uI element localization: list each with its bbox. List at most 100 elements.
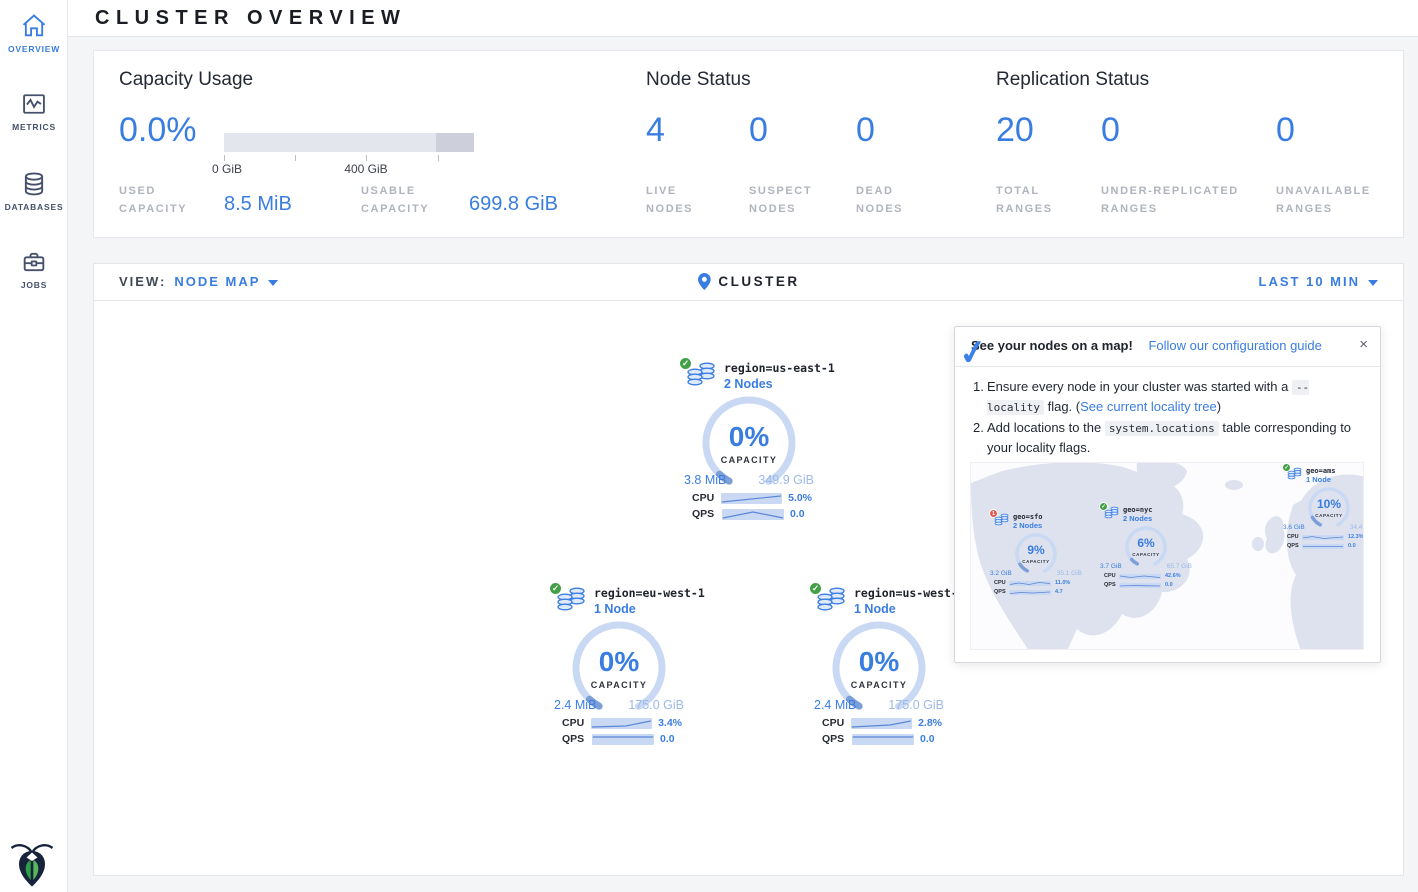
chevron-down-icon	[268, 280, 278, 286]
capacity-percent: 9%	[1012, 543, 1060, 557]
capacity-axis-tick	[438, 155, 439, 161]
qps-value: 0.0	[1348, 543, 1356, 549]
home-icon	[20, 12, 48, 40]
cluster-summary-card: Capacity Usage 0.0% 0 GiB 400 GiB USED C…	[93, 50, 1404, 238]
capacity-axis-label: 400 GiB	[344, 162, 387, 176]
time-range-value: LAST 10 MIN	[1259, 274, 1360, 289]
page-title: CLUSTER OVERVIEW	[95, 7, 406, 30]
breadcrumb[interactable]: CLUSTER	[697, 273, 799, 290]
step-text: )	[1217, 399, 1221, 414]
step-text: flag. (	[1044, 399, 1080, 414]
region-name: region=us-east-1	[724, 361, 835, 375]
popup-steps: 1. Ensure every node in your cluster was…	[955, 367, 1380, 457]
capacity-axis-label: 0 GiB	[212, 162, 242, 176]
status-ok-icon: ✓	[678, 356, 693, 371]
qps-sparkline	[1119, 583, 1161, 588]
usable-capacity-label: USABLE CAPACITY	[361, 183, 461, 218]
qps-sparkline	[852, 734, 914, 745]
used-capacity: 3.7 GiB	[1100, 563, 1122, 570]
code-table: system.locations	[1105, 421, 1219, 436]
qps-label: QPS	[1287, 543, 1302, 549]
region-widget-eu-west-1[interactable]: ✓ region=eu-west-1 1 Node	[544, 586, 694, 756]
close-icon[interactable]: ×	[1359, 336, 1368, 353]
region-widget-us-east-1[interactable]: ✓ region=us-east-1 2 Nodes	[674, 361, 824, 531]
sidebar-item-overview[interactable]: OVERVIEW	[0, 12, 68, 54]
qps-value: 0.0	[790, 508, 805, 520]
region-widget-us-west-1[interactable]: ✓ region=us-west-1 1 Node	[804, 586, 954, 756]
view-selector[interactable]: VIEW: NODE MAP	[119, 274, 278, 289]
sidebar-item-metrics[interactable]: METRICS	[0, 90, 68, 132]
step-number: 2.	[973, 418, 984, 438]
capacity-percent: 0%	[701, 421, 797, 453]
unavailable-ranges-label: UNAVAILABLE RANGES	[1276, 183, 1386, 218]
cpu-sparkline	[591, 718, 652, 729]
used-capacity: 3.8 MiB	[684, 473, 726, 487]
cpu-label: CPU	[562, 717, 591, 729]
capacity-label: CAPACITY	[701, 455, 797, 465]
used-capacity-value: 8.5 MiB	[224, 193, 292, 216]
cpu-value: 12.3%	[1348, 534, 1364, 540]
popup-title: See your nodes on a map!	[971, 338, 1133, 353]
capacity-label: CAPACITY	[1122, 552, 1170, 557]
region-name: geo=ams	[1306, 467, 1336, 475]
view-label: VIEW:	[119, 274, 166, 289]
qps-sparkline	[722, 509, 784, 520]
region-nodes-link[interactable]: 1 Node	[854, 602, 965, 616]
cpu-value: 11.0%	[1055, 580, 1070, 586]
capacity-usage-title: Capacity Usage	[119, 69, 253, 91]
qps-label: QPS	[822, 733, 852, 745]
cpu-value: 42.6%	[1165, 573, 1181, 579]
capacity-label: CAPACITY	[831, 680, 927, 690]
capacity-percent: 6%	[1122, 536, 1170, 550]
cpu-value: 2.8%	[918, 717, 942, 729]
under-replicated-ranges-label: UNDER-REPLICATED RANGES	[1101, 183, 1266, 218]
cpu-value: 5.0%	[788, 492, 812, 504]
cpu-label: CPU	[1104, 573, 1119, 579]
used-capacity-label: USED CAPACITY	[119, 183, 214, 218]
view-bar: VIEW: NODE MAP CLUSTER LAST 10 MIN	[94, 264, 1403, 301]
qps-value: 0.0	[920, 733, 935, 745]
total-capacity: 34.4 GiB	[1350, 524, 1364, 531]
popup-header: See your nodes on a map! Follow our conf…	[955, 327, 1380, 367]
capacity-percent: 0%	[571, 646, 667, 678]
region-nodes-link[interactable]: 2 Nodes	[724, 377, 835, 391]
total-capacity: 175.0 GiB	[628, 698, 684, 712]
region-nodes: 2 Nodes	[1013, 521, 1043, 530]
configuration-guide-link[interactable]: Follow our configuration guide	[1148, 338, 1321, 353]
qps-value: 4.7	[1055, 589, 1063, 595]
done-check-icon	[956, 331, 990, 375]
suspect-nodes-label: SUSPECT NODES	[749, 183, 829, 218]
example-map-preview: 1 geo=sfo 2 Nodes	[970, 462, 1364, 650]
cpu-sparkline	[1119, 574, 1161, 579]
status-ok-icon: ✓	[1282, 463, 1291, 472]
sidebar-item-label: OVERVIEW	[0, 44, 68, 54]
chevron-down-icon	[1368, 280, 1378, 286]
sidebar-item-jobs[interactable]: JOBS	[0, 248, 68, 290]
region-nodes-link[interactable]: 1 Node	[594, 602, 705, 616]
step-text: Ensure every node in your cluster was st…	[987, 379, 1292, 394]
used-capacity: 3.6 GiB	[1283, 524, 1305, 531]
capacity-axis-tick	[295, 155, 296, 161]
content-area: Capacity Usage 0.0% 0 GiB 400 GiB USED C…	[68, 37, 1418, 892]
breadcrumb-label: CLUSTER	[718, 274, 799, 289]
locality-tree-link[interactable]: See current locality tree	[1080, 399, 1217, 414]
cpu-label: CPU	[822, 717, 851, 729]
status-ok-icon: ✓	[808, 581, 823, 596]
usable-capacity-value: 699.8 GiB	[469, 193, 558, 216]
qps-sparkline	[592, 734, 654, 745]
qps-label: QPS	[692, 508, 722, 520]
cpu-sparkline	[851, 718, 912, 729]
time-range-selector[interactable]: LAST 10 MIN	[1259, 274, 1378, 289]
qps-label: QPS	[994, 589, 1009, 595]
cpu-label: CPU	[994, 580, 1009, 586]
popup-step-2: 2. Add locations to the system.locations…	[987, 418, 1362, 457]
total-capacity: 35.1 GiB	[1057, 570, 1082, 577]
sidebar-item-databases[interactable]: DATABASES	[0, 170, 68, 212]
map-pin-icon	[697, 273, 710, 290]
view-selected-value: NODE MAP	[174, 274, 260, 289]
status-warning-icon: 1	[989, 509, 998, 518]
dead-nodes-label: DEAD NODES	[856, 183, 926, 218]
under-replicated-ranges-value: 0	[1101, 111, 1120, 150]
capacity-label: CAPACITY	[571, 680, 667, 690]
cpu-value: 3.4%	[658, 717, 682, 729]
